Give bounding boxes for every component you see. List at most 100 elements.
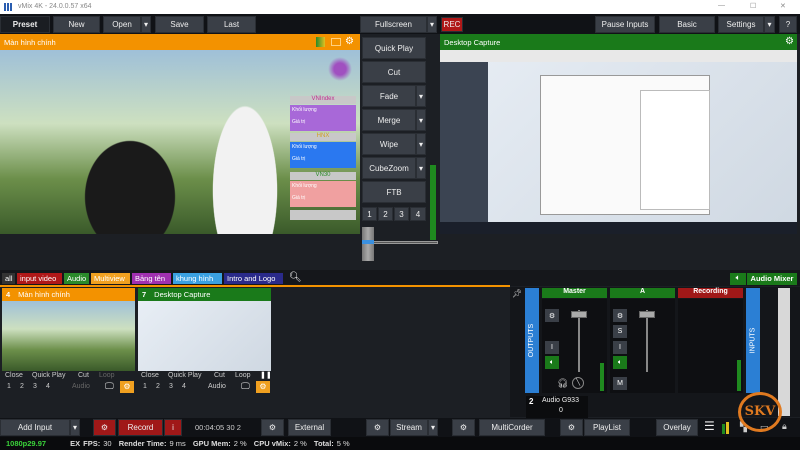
tab-audio[interactable]: Audio: [64, 273, 89, 284]
monitor-icon[interactable]: 🖵︎: [105, 381, 114, 392]
preset-button[interactable]: Preset: [0, 16, 50, 33]
menu-icon[interactable]: ☰: [704, 419, 715, 433]
last-button[interactable]: Last: [207, 16, 256, 33]
input-overlay-2[interactable]: 2: [156, 383, 160, 390]
multicorder-button[interactable]: MultiCorder: [479, 419, 545, 436]
wipe-dropdown[interactable]: ▾: [416, 133, 426, 155]
input-card-header[interactable]: 4 Màn hình chính: [2, 288, 135, 301]
transition-3[interactable]: 3: [394, 207, 409, 221]
stream-dropdown[interactable]: ▾: [428, 419, 438, 436]
bus-a-solo-button[interactable]: S: [613, 325, 627, 338]
save-button[interactable]: Save: [155, 16, 204, 33]
tab-all[interactable]: all: [2, 273, 15, 284]
input-close-button[interactable]: Close: [5, 372, 23, 379]
record-info-button[interactable]: i: [164, 419, 182, 436]
input-card-header[interactable]: 7 Desktop Capture: [138, 288, 271, 301]
transition-cubezoom[interactable]: CubeZoom: [362, 157, 416, 179]
input-overlay-3[interactable]: 3: [169, 383, 173, 390]
transition-fade[interactable]: Fade: [362, 85, 416, 107]
input-overlay-4[interactable]: 4: [182, 383, 186, 390]
minimize-button[interactable]: —: [718, 2, 725, 9]
gear-icon[interactable]: ⚙: [345, 36, 356, 47]
overlay-button[interactable]: Overlay: [656, 419, 698, 436]
monitor-icon[interactable]: 🖵︎: [241, 381, 250, 392]
master-info-button[interactable]: I: [545, 341, 559, 354]
input-thumbnail[interactable]: [2, 301, 135, 371]
speaker-icon[interactable]: 🔈︎: [730, 273, 746, 285]
new-button[interactable]: New: [53, 16, 100, 33]
open-dropdown[interactable]: ▾: [141, 16, 151, 33]
tab-input-video[interactable]: input video: [17, 273, 62, 284]
rec-indicator[interactable]: REC: [441, 17, 463, 32]
fullscreen-button[interactable]: Fullscreen: [360, 16, 427, 33]
t-bar-handle[interactable]: [362, 227, 374, 261]
transition-wipe[interactable]: Wipe: [362, 133, 416, 155]
stream-gear-icon[interactable]: ⚙: [366, 419, 389, 436]
output-video[interactable]: [440, 50, 797, 234]
pause-icon[interactable]: ❚❚: [260, 371, 272, 379]
master-mute-icon[interactable]: 🔈︎: [545, 356, 559, 369]
colour-icon[interactable]: [316, 37, 325, 47]
input-overlay-1[interactable]: 1: [143, 383, 147, 390]
audio-mixer-button[interactable]: Audio Mixer: [747, 273, 797, 285]
gear-icon[interactable]: ⚙: [120, 381, 134, 393]
open-button[interactable]: Open: [103, 16, 141, 33]
add-input-dropdown[interactable]: ▾: [70, 419, 80, 436]
transition-1[interactable]: 1: [362, 207, 377, 221]
maximize-button[interactable]: ☐: [750, 2, 756, 10]
settings-dropdown[interactable]: ▾: [764, 16, 775, 33]
search-icon[interactable]: 🔍︎: [289, 272, 302, 283]
fullscreen-dropdown[interactable]: ▾: [427, 16, 437, 33]
close-button[interactable]: ✕: [780, 2, 786, 10]
bus-a-mute-icon[interactable]: 🔈︎: [613, 356, 627, 369]
record-button[interactable]: Record: [118, 419, 163, 436]
add-input-button[interactable]: Add Input: [0, 419, 70, 436]
tab-bảng-tên[interactable]: Bảng tên: [132, 273, 171, 284]
record-settings-gear-icon[interactable]: ⚙: [93, 419, 116, 436]
cubezoom-dropdown[interactable]: ▾: [416, 157, 426, 179]
input-thumbnail[interactable]: [138, 301, 271, 371]
input-loop-button[interactable]: Loop: [99, 372, 115, 379]
bus-a-fader[interactable]: [639, 311, 655, 318]
transition-2[interactable]: 2: [378, 207, 393, 221]
master-fader[interactable]: [571, 311, 587, 318]
playlist-button[interactable]: PlayList: [584, 419, 630, 436]
help-button[interactable]: ?: [779, 16, 797, 33]
multicorder-gear-icon[interactable]: ⚙: [452, 419, 475, 436]
master-gear-icon[interactable]: ⚙: [545, 309, 559, 322]
gear-icon[interactable]: ⚙: [256, 381, 270, 393]
input-overlay-3[interactable]: 3: [33, 383, 37, 390]
transition-merge[interactable]: Merge: [362, 109, 416, 131]
pause-inputs-button[interactable]: Pause Inputs: [595, 16, 655, 33]
input-quick-play-button[interactable]: Quick Play: [168, 372, 201, 379]
input-audio-button[interactable]: Audio: [72, 383, 90, 390]
audio-input-volume[interactable]: 0: [559, 407, 563, 414]
pin-icon[interactable]: 📌︎: [512, 289, 522, 298]
master-fader-track[interactable]: [578, 310, 580, 372]
transition-quick-play[interactable]: Quick Play: [362, 37, 426, 59]
tab-multiview[interactable]: Multiview: [91, 273, 130, 284]
headphones-icon[interactable]: 🎧︎: [557, 378, 568, 389]
input-overlay-1[interactable]: 1: [7, 383, 11, 390]
bus-a-fader-track[interactable]: [646, 310, 648, 372]
bus-a-m-button[interactable]: M: [613, 377, 627, 390]
basic-button[interactable]: Basic: [659, 16, 715, 33]
gear-icon[interactable]: ⚙: [785, 36, 794, 47]
input-cut-button[interactable]: Cut: [214, 372, 225, 379]
fade-dropdown[interactable]: ▾: [416, 85, 426, 107]
input-audio-button[interactable]: Audio: [208, 383, 226, 390]
input-cut-button[interactable]: Cut: [78, 372, 89, 379]
transition-ftb[interactable]: FTB: [362, 181, 426, 203]
stream-button[interactable]: Stream: [390, 419, 428, 436]
input-quick-play-button[interactable]: Quick Play: [32, 372, 65, 379]
window-icon[interactable]: [331, 38, 341, 46]
external-gear-icon[interactable]: ⚙: [261, 419, 284, 436]
preview-video[interactable]: VNIndex Khối lượng Giá trị HNX Khối lượng…: [0, 50, 360, 234]
input-close-button[interactable]: Close: [141, 372, 159, 379]
input-overlay-4[interactable]: 4: [46, 383, 50, 390]
input-overlay-2[interactable]: 2: [20, 383, 24, 390]
balance-knob[interactable]: ╲: [572, 377, 584, 389]
lock-icon[interactable]: 🔒︎: [782, 421, 787, 432]
tab-khung-hình[interactable]: khung hình: [173, 273, 222, 284]
tab-intro-and-logo[interactable]: Intro and Logo: [224, 273, 283, 284]
